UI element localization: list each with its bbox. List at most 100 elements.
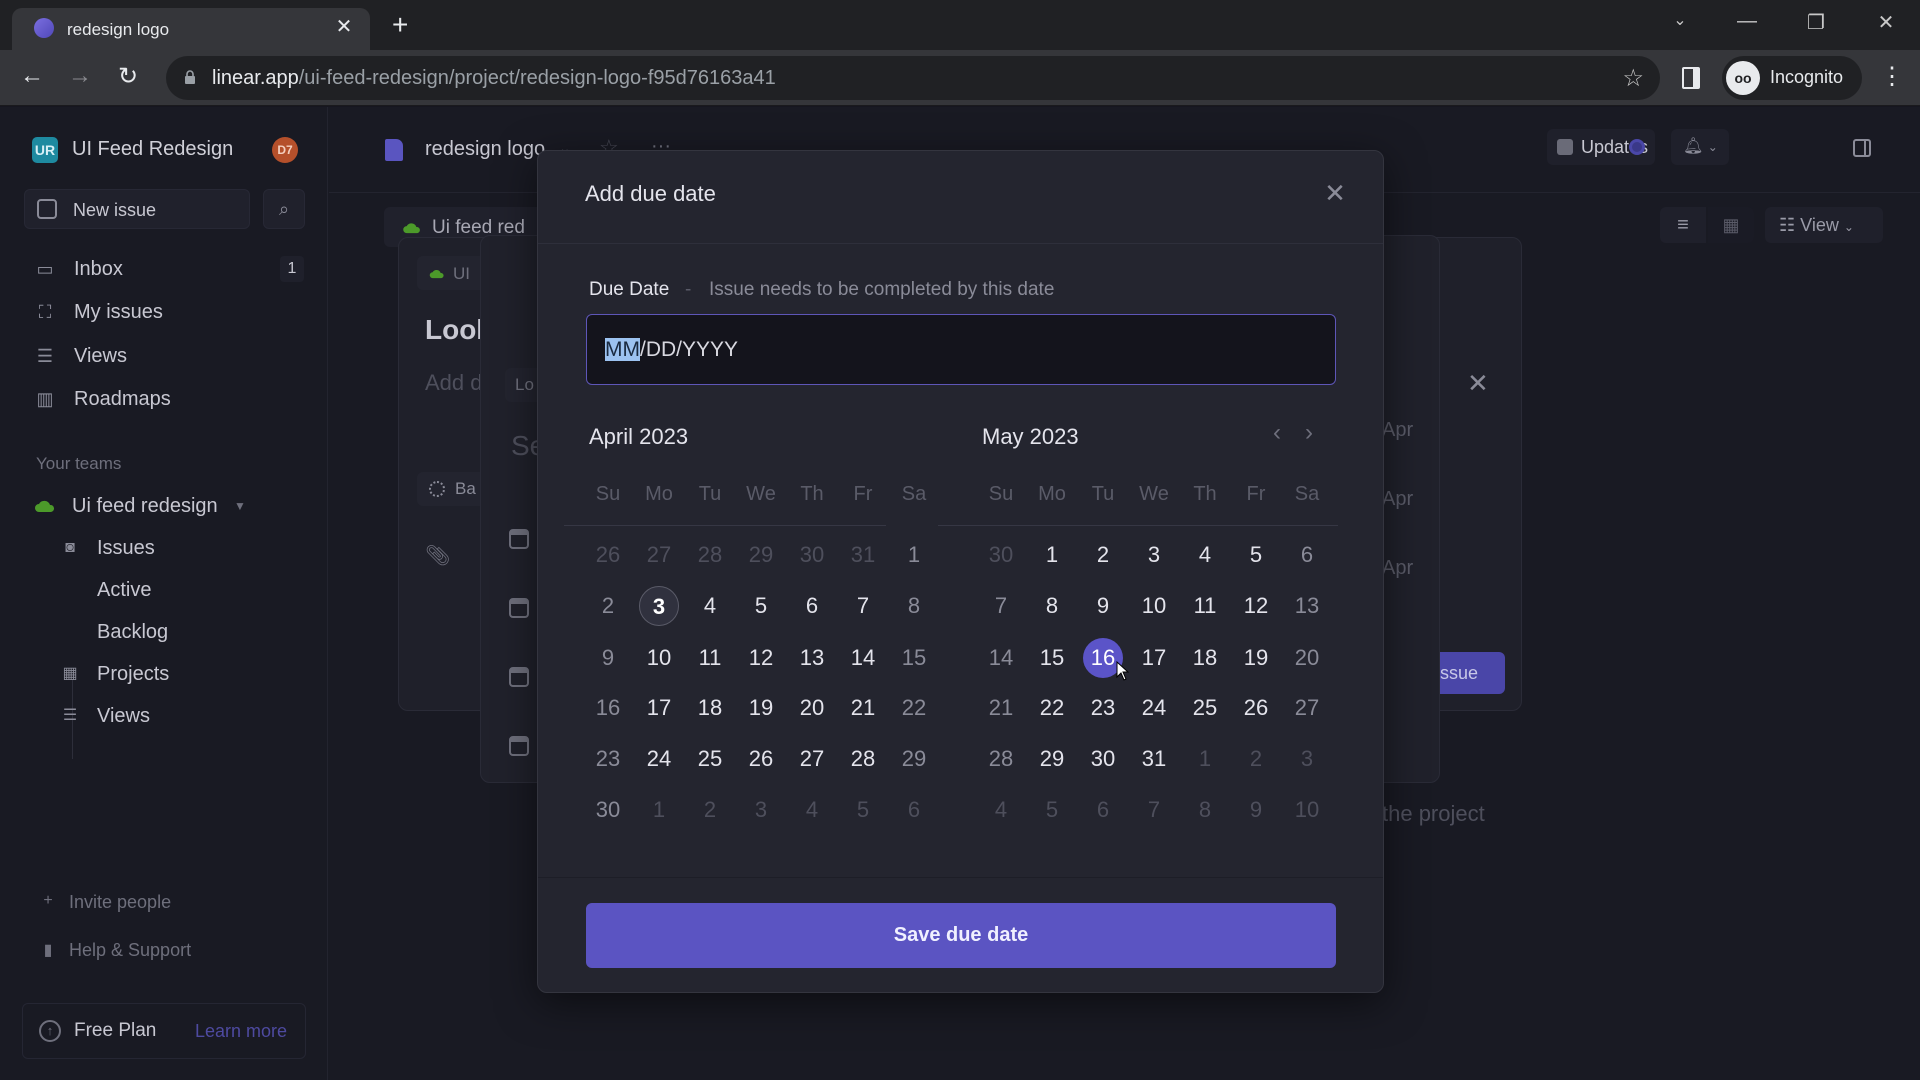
notifications-button[interactable]: 🔔︎ ⌄: [1671, 129, 1729, 165]
new-tab-icon[interactable]: +: [392, 11, 408, 39]
calendar-day[interactable]: 30: [981, 535, 1021, 575]
calendar-day[interactable]: 18: [1185, 638, 1225, 678]
calendar-day[interactable]: 13: [1287, 586, 1327, 626]
calendar-day[interactable]: 1: [1185, 739, 1225, 779]
calendar-day[interactable]: 6: [1287, 535, 1327, 575]
reload-icon[interactable]: ↻: [112, 62, 144, 91]
url-bar[interactable]: linear.app/ui-feed-redesign/project/rede…: [166, 56, 1660, 100]
workspace-name[interactable]: UI Feed Redesign: [72, 138, 233, 161]
calendar-day[interactable]: 2: [588, 586, 628, 626]
calendar-day[interactable]: 26: [1236, 688, 1276, 728]
calendar-day[interactable]: 16: [588, 688, 628, 728]
calendar-day[interactable]: 21: [843, 688, 883, 728]
bookmark-star-icon[interactable]: ☆: [1622, 64, 1644, 93]
calendar-day[interactable]: 15: [894, 638, 934, 678]
calendar-day[interactable]: 11: [690, 638, 730, 678]
date-rest-segments[interactable]: /DD/YYYY: [640, 338, 738, 361]
calendar-day[interactable]: 30: [1083, 739, 1123, 779]
calendar-day[interactable]: 22: [894, 688, 934, 728]
month-segment[interactable]: MM: [605, 338, 640, 361]
calendar-day[interactable]: 15: [1032, 638, 1072, 678]
calendar-day[interactable]: 6: [1083, 790, 1123, 830]
browser-tab[interactable]: redesign logo ✕: [12, 8, 370, 50]
calendar-day[interactable]: 2: [1083, 535, 1123, 575]
calendar-day-today[interactable]: 3: [639, 586, 679, 626]
team-item-issues[interactable]: ◙ Issues: [60, 533, 300, 563]
calendar-day[interactable]: 4: [981, 790, 1021, 830]
calendar-day[interactable]: 9: [588, 638, 628, 678]
team-item-views[interactable]: ☰ Views: [60, 701, 300, 731]
browser-menu-icon[interactable]: ⋮: [1880, 60, 1904, 94]
calendar-day[interactable]: 3: [1134, 535, 1174, 575]
view-options-button[interactable]: ☷ View ⌄: [1765, 207, 1883, 243]
calendar-day[interactable]: 24: [1134, 688, 1174, 728]
calendar-day[interactable]: 22: [1032, 688, 1072, 728]
save-due-date-button[interactable]: Save due date: [586, 903, 1336, 968]
calendar-day[interactable]: 10: [1287, 790, 1327, 830]
close-icon[interactable]: ✕: [1467, 368, 1489, 399]
calendar-day[interactable]: 10: [639, 638, 679, 678]
calendar-day[interactable]: 1: [639, 790, 679, 830]
calendar-day[interactable]: 23: [1083, 688, 1123, 728]
close-window-icon[interactable]: ✕: [1866, 10, 1906, 35]
team-ui-feed-redesign[interactable]: Ui feed redesign ▼: [32, 490, 292, 522]
calendar-day[interactable]: 29: [741, 535, 781, 575]
calendar-day[interactable]: 21: [981, 688, 1021, 728]
calendar-day[interactable]: 24: [639, 739, 679, 779]
calendar-day[interactable]: 27: [792, 739, 832, 779]
calendar-day[interactable]: 30: [588, 790, 628, 830]
calendar-day[interactable]: 12: [1236, 586, 1276, 626]
calendar-day[interactable]: 4: [1185, 535, 1225, 575]
calendar-day[interactable]: 27: [639, 535, 679, 575]
incognito-badge[interactable]: oo Incognito: [1722, 56, 1862, 100]
minimize-icon[interactable]: —: [1727, 10, 1767, 33]
workspace-logo[interactable]: UR: [32, 137, 58, 163]
calendar-day[interactable]: 4: [690, 586, 730, 626]
invite-people-link[interactable]: + Invite people: [40, 890, 280, 916]
tab-search-icon[interactable]: ⌄: [1660, 10, 1700, 30]
due-date-input[interactable]: MM/DD/YYYY: [586, 314, 1336, 385]
calendar-day[interactable]: 7: [1134, 790, 1174, 830]
calendar-day[interactable]: 2: [1236, 739, 1276, 779]
calendar-day[interactable]: 28: [843, 739, 883, 779]
calendar-day[interactable]: 8: [1032, 586, 1072, 626]
calendar-day[interactable]: 28: [690, 535, 730, 575]
close-icon[interactable]: ✕: [1321, 179, 1349, 207]
next-month-icon[interactable]: ›: [1299, 419, 1319, 447]
calendar-day[interactable]: 3: [1287, 739, 1327, 779]
list-view-button[interactable]: ≡: [1660, 207, 1706, 243]
calendar-day[interactable]: 13: [792, 638, 832, 678]
toggle-panel-icon[interactable]: [1853, 139, 1871, 157]
sidebar-item-inbox[interactable]: ▭ Inbox 1: [34, 254, 304, 284]
create-issue-button[interactable]: ssue: [1430, 652, 1505, 694]
side-panel-icon[interactable]: [1682, 67, 1700, 89]
calendar-day[interactable]: 29: [894, 739, 934, 779]
calendar-day[interactable]: 14: [981, 638, 1021, 678]
calendar-day[interactable]: 28: [981, 739, 1021, 779]
calendar-day[interactable]: 31: [843, 535, 883, 575]
forward-icon[interactable]: →: [64, 62, 96, 90]
new-issue-button[interactable]: New issue: [24, 189, 250, 229]
sidebar-item-roadmaps[interactable]: ▥ Roadmaps: [34, 384, 304, 414]
help-support-link[interactable]: ▮ Help & Support: [40, 938, 280, 964]
calendar-day[interactable]: 1: [894, 535, 934, 575]
calendar-day[interactable]: 5: [1236, 535, 1276, 575]
calendar-day[interactable]: 18: [690, 688, 730, 728]
calendar-day[interactable]: 29: [1032, 739, 1072, 779]
calendar-day[interactable]: 26: [588, 535, 628, 575]
calendar-day[interactable]: 19: [1236, 638, 1276, 678]
calendar-day[interactable]: 30: [792, 535, 832, 575]
calendar-day[interactable]: 9: [1083, 586, 1123, 626]
calendar-day[interactable]: 1: [1032, 535, 1072, 575]
calendar-day[interactable]: 23: [588, 739, 628, 779]
sidebar-item-my-issues[interactable]: ⛶ My issues: [34, 297, 304, 327]
calendar-day[interactable]: 6: [792, 586, 832, 626]
prev-month-icon[interactable]: ‹: [1267, 419, 1287, 447]
calendar-day[interactable]: 20: [1287, 638, 1327, 678]
calendar-day[interactable]: 2: [690, 790, 730, 830]
calendar-day[interactable]: 19: [741, 688, 781, 728]
learn-more-link[interactable]: Learn more: [195, 1021, 287, 1042]
sidebar-item-views[interactable]: ☰ Views: [34, 341, 304, 371]
calendar-day[interactable]: 14: [843, 638, 883, 678]
calendar-day[interactable]: 6: [894, 790, 934, 830]
